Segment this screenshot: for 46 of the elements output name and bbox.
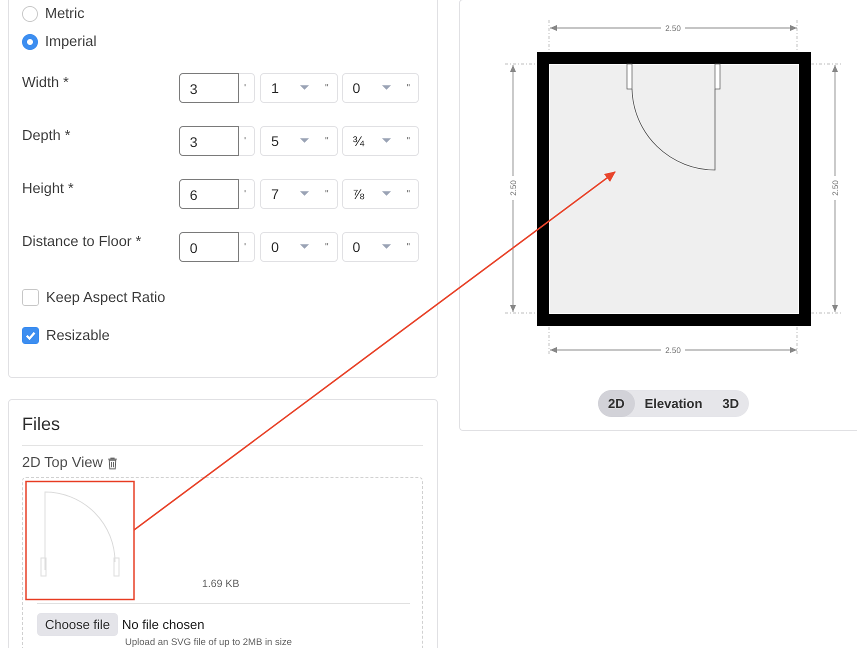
- dimension-label: 2.50: [665, 24, 681, 33]
- caret-icon: [300, 244, 310, 250]
- feet-field[interactable]: 3 ': [178, 73, 256, 103]
- caret-icon: [300, 138, 310, 144]
- dimension-label: 2.50: [665, 346, 681, 355]
- feet-field[interactable]: 6 ': [178, 179, 256, 209]
- upload-hint: Upload an SVG file of up to 2MB in size: [125, 637, 293, 648]
- trash-icon[interactable]: [106, 456, 118, 470]
- field-label: Distance to Floor *: [22, 234, 142, 250]
- dimension-label: 2.50: [509, 180, 518, 196]
- inches-select[interactable]: 5 ": [260, 126, 338, 156]
- file-status: No file chosen: [122, 617, 204, 632]
- field-label: Depth *: [22, 128, 72, 144]
- dimension-label: 2.50: [831, 180, 840, 196]
- field-label: Width *: [22, 75, 70, 91]
- radio-button[interactable]: [22, 6, 38, 22]
- fraction-select[interactable]: ⅞ ": [342, 179, 419, 209]
- checkbox-label[interactable]: Keep Aspect Ratio: [46, 290, 166, 306]
- fraction-select[interactable]: ¾ ": [342, 126, 419, 156]
- fraction-select[interactable]: 0 ": [342, 232, 419, 262]
- caret-icon: [382, 138, 391, 144]
- radio-label[interactable]: Metric: [45, 6, 84, 22]
- view-tab[interactable]: 3D: [712, 390, 750, 417]
- feet-field[interactable]: 0 ': [178, 232, 256, 262]
- section-title: Files: [22, 414, 62, 435]
- inches-select[interactable]: 0 ": [260, 232, 338, 262]
- caret-icon: [382, 191, 391, 197]
- checkbox[interactable]: [22, 289, 39, 306]
- file-size: 1.69 KB: [202, 578, 240, 590]
- caret-icon: [382, 85, 391, 91]
- caret-icon: [300, 191, 310, 197]
- choose-file-button[interactable]: Choose file: [37, 613, 118, 636]
- fraction-select[interactable]: 0 ": [342, 73, 419, 103]
- inches-select[interactable]: 1 ": [260, 73, 338, 103]
- view-tab[interactable]: 2D: [598, 390, 635, 417]
- field-label: 2D Top View: [22, 455, 103, 471]
- caret-icon: [300, 85, 310, 91]
- checkbox[interactable]: [22, 327, 39, 344]
- radio-button[interactable]: [22, 34, 38, 50]
- field-label: Height *: [22, 181, 75, 197]
- radio-label[interactable]: Imperial: [45, 34, 97, 50]
- inches-select[interactable]: 7 ": [260, 179, 338, 209]
- caret-icon: [382, 244, 391, 250]
- view-tab[interactable]: Elevation: [634, 390, 712, 417]
- checkbox-label[interactable]: Resizable: [46, 328, 110, 344]
- feet-field[interactable]: 3 ': [178, 126, 256, 156]
